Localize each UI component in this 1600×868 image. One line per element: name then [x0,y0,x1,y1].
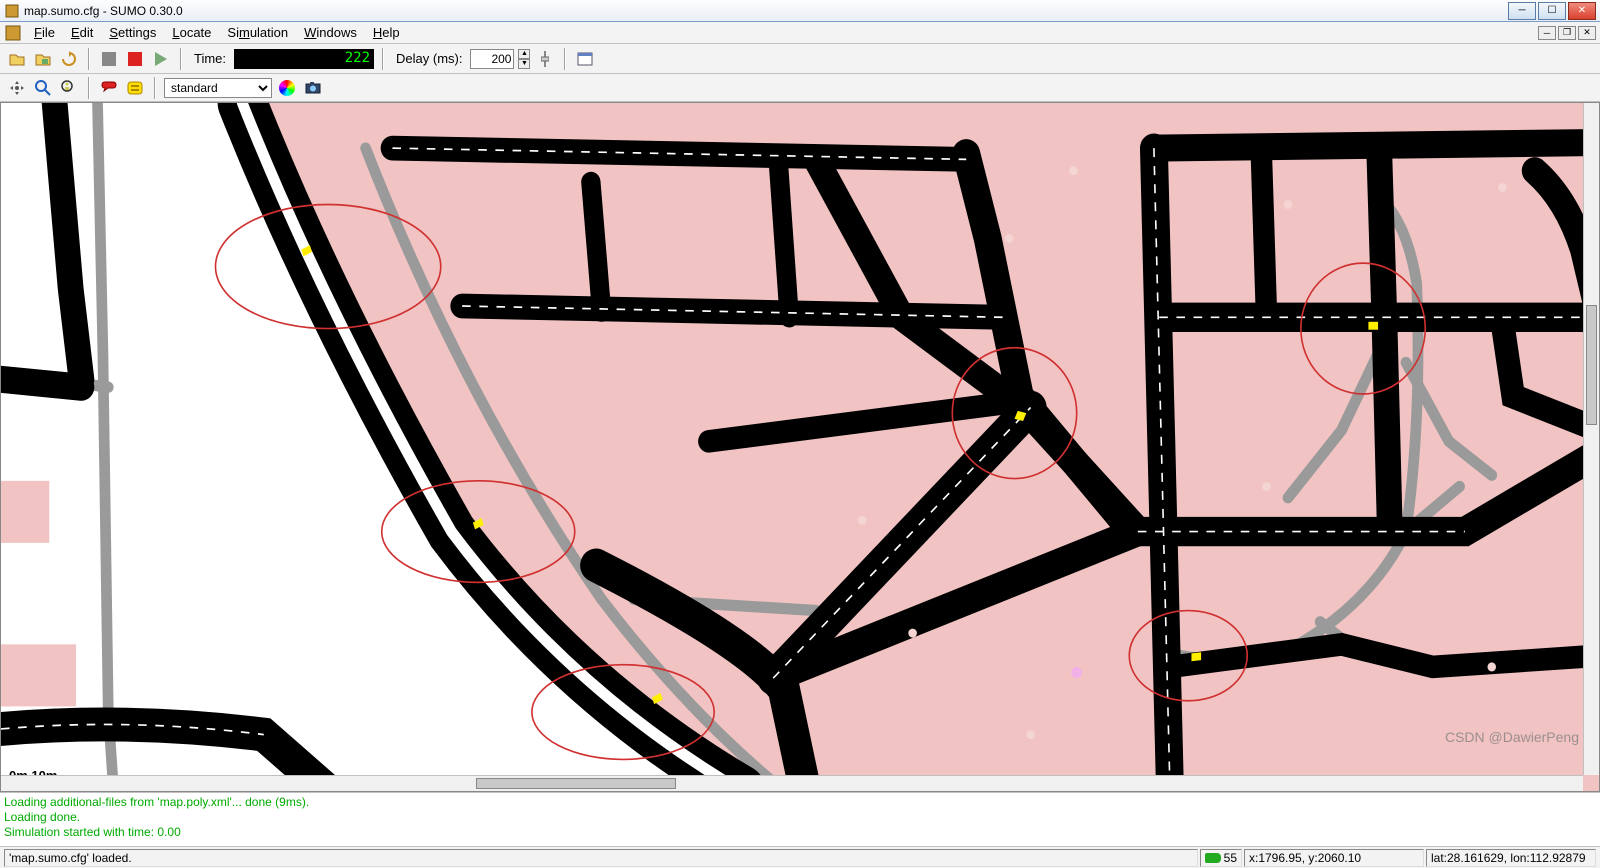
delay-label: Delay (ms): [396,51,462,66]
coord-display: x:1796.95, y:2060.10 [1244,849,1424,867]
zoom-button[interactable] [32,77,54,99]
vehicle-count: 55 [1200,849,1242,867]
mdi-minimize[interactable]: ─ [1538,26,1556,40]
latlon-display: lat:28.161629, lon:112.92879 [1426,849,1596,867]
new-view-button[interactable] [574,48,596,70]
delay-slider[interactable] [534,48,556,70]
log-line: Simulation started with time: 0.00 [4,825,1596,840]
color-settings-button[interactable] [276,77,298,99]
reload-button[interactable] [58,48,80,70]
main-toolbar: Time: 222 Delay (ms): ▲▼ [0,44,1600,74]
menubar: File Edit Settings Locate Simulation Win… [0,22,1600,44]
menu-simulation[interactable]: Simulation [219,23,296,42]
stop-sim-button[interactable] [124,48,146,70]
log-panel: Loading additional-files from 'map.poly.… [0,792,1600,846]
minimize-button[interactable]: ─ [1508,2,1536,20]
mdi-restore[interactable]: ❐ [1558,26,1576,40]
window-controls: ─ ☐ ✕ [1508,2,1596,20]
time-label: Time: [194,51,226,66]
mdi-close[interactable]: ✕ [1578,26,1596,40]
titlebar: map.sumo.cfg - SUMO 0.30.0 ─ ☐ ✕ [0,0,1600,22]
window-title: map.sumo.cfg - SUMO 0.30.0 [24,4,1508,18]
map-view[interactable]: 0m 10m CSDN @DawierPeng [0,102,1600,792]
show-legend-button[interactable] [124,77,146,99]
view-toolbar: standard [0,74,1600,102]
menu-help[interactable]: Help [365,23,408,42]
menu-windows[interactable]: Windows [296,23,365,42]
app-icon [4,3,20,19]
time-display: 222 [234,49,374,69]
play-button[interactable] [150,48,172,70]
show-tooltips-button[interactable] [98,77,120,99]
color-scheme-select[interactable]: standard [164,78,272,98]
menu-locate[interactable]: Locate [164,23,219,42]
recenter-button[interactable] [6,77,28,99]
menu-edit[interactable]: Edit [63,23,101,42]
car-icon [1205,853,1221,863]
vertical-scrollbar[interactable] [1583,103,1599,775]
delay-spinner[interactable]: ▲▼ [518,49,530,69]
maximize-button[interactable]: ☐ [1538,2,1566,20]
open-file-button[interactable] [6,48,28,70]
horizontal-scrollbar[interactable] [1,775,1583,791]
log-line: Loading done. [4,810,1596,825]
close-button[interactable]: ✕ [1568,2,1596,20]
log-line: Loading additional-files from 'map.poly.… [4,795,1596,810]
statusbar: 'map.sumo.cfg' loaded. 55 x:1796.95, y:2… [0,846,1600,868]
delay-input[interactable] [470,49,514,69]
menu-file[interactable]: File [26,23,63,42]
stop-button[interactable] [98,48,120,70]
map-canvas[interactable] [1,103,1599,791]
locate-person-button[interactable] [58,77,80,99]
screenshot-button[interactable] [302,77,324,99]
sumo-icon [4,24,22,42]
open-net-button[interactable] [32,48,54,70]
status-msg: 'map.sumo.cfg' loaded. [4,849,1198,867]
menu-settings[interactable]: Settings [101,23,164,42]
